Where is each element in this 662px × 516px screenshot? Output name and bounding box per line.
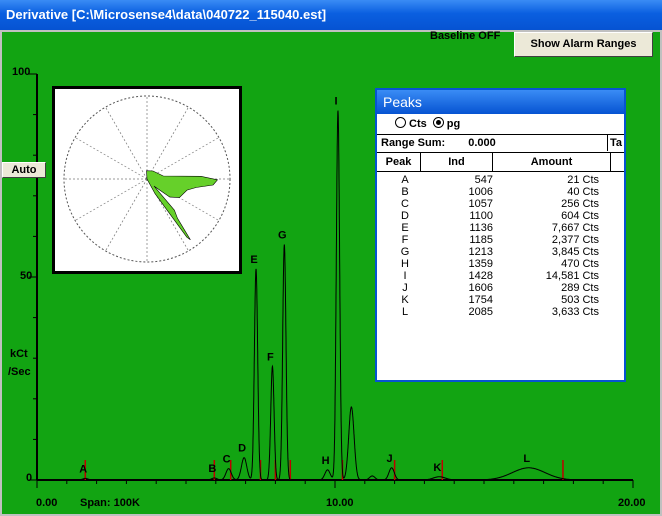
peaks-table-body: A 547 21 Cts B 1006 40 Cts C 1057 256 Cts D 1100 60… — [377, 172, 624, 318]
peak-cell-amount: 470 Cts — [561, 258, 599, 270]
peak-label: J — [387, 453, 393, 465]
peak-label: A — [79, 463, 87, 475]
peak-label: K — [433, 462, 441, 474]
peak-cell-amount: 289 Cts — [561, 282, 599, 294]
peak-cell-ind: 1100 — [469, 210, 493, 222]
x-tick-start: 0.00 — [36, 497, 58, 509]
peak-cell-amount: 3,633 Cts — [551, 306, 599, 318]
window-title: Derivative [C:\Microsense4\data\040722_1… — [0, 0, 662, 30]
radio-cts-label: Cts — [409, 118, 427, 130]
col-amount[interactable]: Amount — [493, 153, 611, 171]
peak-row[interactable]: E 1136 7,667 Cts — [377, 222, 624, 234]
peak-row[interactable]: K 1754 503 Cts — [377, 294, 624, 306]
show-alarm-ranges-button[interactable]: Show Alarm Ranges — [514, 32, 653, 57]
peak-row[interactable]: G 1213 3,845 Cts — [377, 246, 624, 258]
peak-cell-ind: 1006 — [468, 186, 493, 198]
col-peak[interactable]: Peak — [377, 153, 421, 171]
y-axis-label-kct: kCt — [10, 348, 28, 360]
peak-cell-amount: 14,581 Cts — [545, 270, 599, 282]
auto-scale-button[interactable]: Auto — [2, 162, 46, 178]
peak-cell-ind: 1185 — [469, 234, 493, 246]
peak-cell-peak: G — [400, 246, 410, 258]
peak-label: H — [322, 455, 330, 467]
peak-cell-amount: 21 Cts — [567, 174, 599, 186]
peak-cell-peak: C — [401, 198, 409, 210]
peak-row[interactable]: C 1057 256 Cts — [377, 198, 624, 210]
peak-cell-amount: 3,845 Cts — [551, 246, 599, 258]
peak-cell-ind: 547 — [474, 174, 493, 186]
rose-chart — [63, 95, 231, 263]
x-tick-mid: 10.00 — [326, 497, 354, 509]
radio-pg-label: pg — [446, 118, 461, 130]
peak-row[interactable]: L 2085 3,633 Cts — [377, 306, 624, 318]
peaks-panel: Peaks Cts pg Range Sum: 0.000 Ta Peak In… — [375, 88, 626, 382]
range-sum-label: Range Sum: — [381, 137, 446, 149]
peak-cell-amount: 604 Cts — [561, 210, 599, 222]
peak-label: B — [208, 463, 216, 475]
peak-cell-ind: 1428 — [468, 270, 493, 282]
peak-cell-ind: 1213 — [468, 246, 493, 258]
peak-cell-ind: 2085 — [468, 306, 493, 318]
peak-label: D — [238, 443, 246, 455]
derivative-window: Derivative [C:\Microsense4\data\040722_1… — [0, 0, 662, 516]
peak-cell-ind: 1606 — [468, 282, 493, 294]
peak-label: G — [278, 230, 287, 242]
peak-cell-ind: 1057 — [468, 198, 493, 210]
range-sum-row: Range Sum: 0.000 Ta — [377, 134, 624, 153]
peak-row[interactable]: F 1185 2,377 Cts — [377, 234, 624, 246]
peak-cell-peak: J — [402, 282, 408, 294]
peak-cell-amount: 2,377 Cts — [551, 234, 599, 246]
peak-cell-ind: 1359 — [468, 258, 493, 270]
peak-row[interactable]: I 1428 14,581 Cts — [377, 270, 624, 282]
peak-cell-peak: A — [401, 174, 409, 186]
rose-shape — [146, 170, 219, 241]
peak-cell-ind: 1136 — [469, 222, 493, 234]
peaks-panel-title[interactable]: Peaks — [377, 90, 624, 114]
peak-cell-amount: 503 Cts — [561, 294, 599, 306]
peak-row[interactable]: J 1606 289 Cts — [377, 282, 624, 294]
peak-cell-peak: H — [401, 258, 409, 270]
rose-spoke — [105, 106, 148, 180]
peak-row[interactable]: D 1100 604 Cts — [377, 210, 624, 222]
x-span-label: Span: 100K — [80, 497, 140, 509]
baseline-status: Baseline OFF — [430, 30, 501, 42]
peak-cell-peak: B — [401, 186, 409, 198]
col-ind[interactable]: Ind — [421, 153, 493, 171]
rose-spoke — [146, 106, 189, 180]
peak-label: F — [267, 351, 274, 363]
rose-spoke — [105, 178, 148, 252]
peak-label: E — [250, 254, 257, 266]
peak-cell-amount: 7,667 Cts — [551, 222, 599, 234]
peaks-table-header: Peak Ind Amount — [377, 153, 624, 172]
peak-cell-peak: E — [401, 222, 409, 234]
peak-cell-peak: F — [401, 234, 409, 246]
y-tick-100: 100 — [12, 66, 31, 78]
x-tick-end: 20.00 — [618, 497, 646, 509]
range-extra-col: Ta — [607, 135, 622, 151]
peak-label: L — [523, 453, 530, 465]
peak-cell-peak: I — [403, 270, 407, 282]
peak-label: I — [334, 96, 337, 108]
peak-cell-amount: 40 Cts — [567, 186, 599, 198]
peak-cell-ind: 1754 — [468, 294, 493, 306]
peak-row[interactable]: A 547 21 Cts — [377, 174, 624, 186]
rose-spoke — [146, 137, 220, 180]
rose-plot — [52, 86, 242, 274]
rose-spoke — [74, 178, 148, 221]
radio-cts[interactable] — [395, 117, 406, 128]
y-tick-0: 0 — [26, 472, 33, 484]
unit-radio-group: Cts pg — [377, 114, 624, 134]
y-tick-50: 50 — [20, 270, 33, 282]
rose-spoke — [74, 137, 148, 180]
peak-cell-amount: 256 Cts — [561, 198, 599, 210]
peak-cell-peak: L — [401, 306, 409, 318]
range-sum-value: 0.000 — [468, 137, 496, 149]
peak-label: C — [223, 454, 231, 466]
peak-row[interactable]: H 1359 470 Cts — [377, 258, 624, 270]
peak-row[interactable]: B 1006 40 Cts — [377, 186, 624, 198]
peak-cell-peak: K — [401, 294, 409, 306]
radio-pg[interactable] — [432, 117, 444, 128]
peak-cell-peak: D — [401, 210, 409, 222]
y-axis-label-sec: /Sec — [8, 366, 31, 378]
